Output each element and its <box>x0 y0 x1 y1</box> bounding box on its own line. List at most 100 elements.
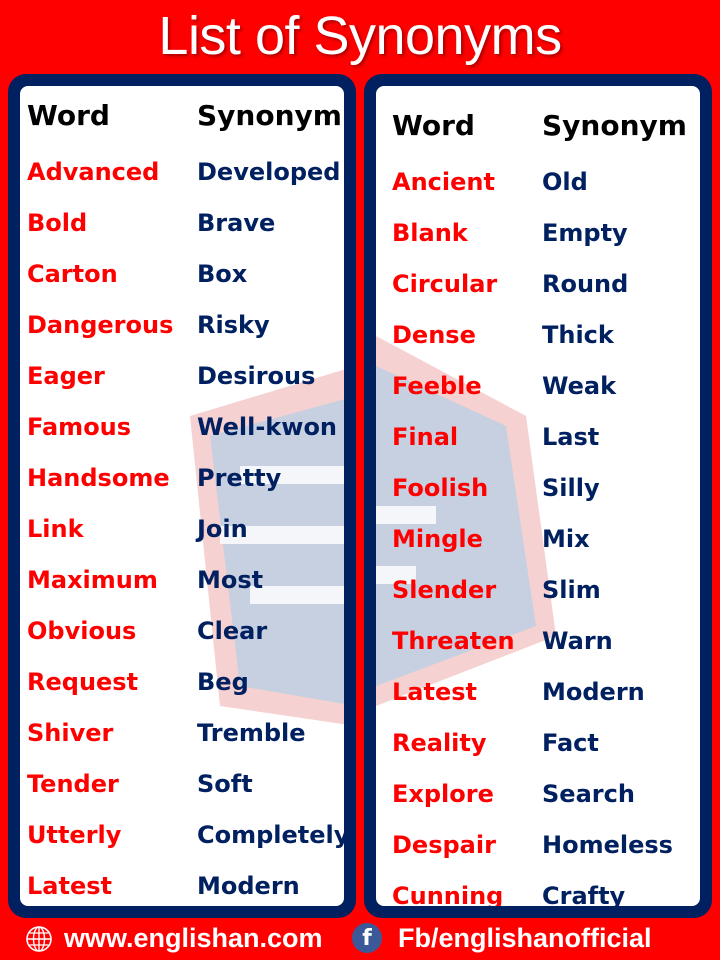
table-header: Word Synonym <box>376 106 700 146</box>
table-row: Request Beg <box>20 662 344 702</box>
synonym-cell: Join <box>197 515 248 543</box>
word-cell: Request <box>27 668 139 696</box>
table-row: Mingle Mix <box>376 519 700 559</box>
word-column-header: Word <box>392 109 475 142</box>
word-cell: Bold <box>27 209 88 237</box>
word-cell: Cunning <box>392 882 504 906</box>
synonym-cell: Last <box>542 423 600 451</box>
right-synonym-table: Word Synonym Ancient Old Blank Empty Circu… <box>376 86 700 906</box>
right-synonym-panel: Word Synonym Ancient Old Blank Empty Circu… <box>364 74 712 918</box>
table-row: Foolish Silly <box>376 468 700 508</box>
table-row: Blank Empty <box>376 213 700 253</box>
synonym-cell: Mix <box>542 525 590 553</box>
word-column-header: Word <box>27 99 110 132</box>
synonym-cell: Thick <box>542 321 614 349</box>
word-cell: Feeble <box>392 372 482 400</box>
website-link[interactable]: www.englishan.com <box>64 921 323 955</box>
synonym-cell: Well-kwon <box>197 413 338 441</box>
table-row: Explore Search <box>376 774 700 814</box>
word-cell: Dense <box>392 321 476 349</box>
left-synonym-table: Word Synonym Advanced Developed Bold Brave… <box>20 86 344 906</box>
synonym-cell: Risky <box>197 311 270 339</box>
word-cell: Circular <box>392 270 498 298</box>
table-header: Word Synonym <box>20 96 344 136</box>
table-row: Bold Brave <box>20 203 344 243</box>
word-cell: Tender <box>27 770 119 798</box>
table-row: Maximum Most <box>20 560 344 600</box>
synonym-cell: Box <box>197 260 248 288</box>
word-cell: Dangerous <box>27 311 174 339</box>
word-cell: Advanced <box>27 158 160 186</box>
word-cell: Threaten <box>392 627 515 655</box>
synonym-column-header: Synonym <box>542 109 687 142</box>
word-cell: Foolish <box>392 474 489 502</box>
synonym-cell: Empty <box>542 219 628 247</box>
table-row: Dense Thick <box>376 315 700 355</box>
word-cell: Handsome <box>27 464 170 492</box>
table-row: Circular Round <box>376 264 700 304</box>
facebook-page-link[interactable]: Fb/englishanofficial <box>398 921 652 955</box>
word-cell: Obvious <box>27 617 137 645</box>
table-row: Advanced Developed <box>20 152 344 192</box>
table-row: Latest Modern <box>376 672 700 712</box>
synonym-cell: Weak <box>542 372 617 400</box>
table-row: Link Join <box>20 509 344 549</box>
synonym-cell: Fact <box>542 729 599 757</box>
globe-icon <box>26 926 52 952</box>
word-cell: Blank <box>392 219 468 247</box>
table-row: Latest Modern <box>20 866 344 906</box>
synonym-cell: Warn <box>542 627 613 655</box>
table-row: Handsome Pretty <box>20 458 344 498</box>
table-row: Dangerous Risky <box>20 305 344 345</box>
synonym-cell: Clear <box>197 617 268 645</box>
synonym-cell: Desirous <box>197 362 316 390</box>
page-title: List of Synonyms <box>158 6 562 66</box>
word-cell: Explore <box>392 780 494 808</box>
synonym-cell: Search <box>542 780 635 808</box>
synonym-cell: Beg <box>197 668 249 696</box>
left-synonym-panel: Word Synonym Advanced Developed Bold Brave… <box>8 74 356 918</box>
word-cell: Shiver <box>27 719 114 747</box>
synonym-cell: Most <box>197 566 264 594</box>
word-cell: Latest <box>27 872 112 900</box>
word-cell: Maximum <box>27 566 158 594</box>
synonym-cell: Modern <box>542 678 645 706</box>
table-row: Eager Desirous <box>20 356 344 396</box>
synonym-cell: Crafty <box>542 882 626 906</box>
word-cell: Carton <box>27 260 118 288</box>
table-row: Obvious Clear <box>20 611 344 651</box>
table-row: Slender Slim <box>376 570 700 610</box>
word-cell: Slender <box>392 576 497 604</box>
synonym-cell: Soft <box>197 770 253 798</box>
synonym-cell: Brave <box>197 209 276 237</box>
synonym-cell: Round <box>542 270 629 298</box>
table-row: Final Last <box>376 417 700 457</box>
synonym-cell: Homeless <box>542 831 673 859</box>
synonym-cell: Pretty <box>197 464 282 492</box>
word-cell: Latest <box>392 678 477 706</box>
table-row: Carton Box <box>20 254 344 294</box>
table-row: Despair Homeless <box>376 825 700 865</box>
synonym-cell: Old <box>542 168 588 196</box>
synonym-column-header: Synonym <box>197 99 342 132</box>
synonym-cell: Developed <box>197 158 341 186</box>
synonym-cell: Silly <box>542 474 600 502</box>
table-row: Tender Soft <box>20 764 344 804</box>
word-cell: Utterly <box>27 821 122 849</box>
table-row: Threaten Warn <box>376 621 700 661</box>
synonym-cell: Modern <box>197 872 300 900</box>
facebook-icon: f <box>352 923 382 953</box>
word-cell: Link <box>27 515 84 543</box>
word-cell: Ancient <box>392 168 495 196</box>
word-cell: Mingle <box>392 525 483 553</box>
table-row: Shiver Tremble <box>20 713 344 753</box>
word-cell: Final <box>392 423 459 451</box>
word-cell: Eager <box>27 362 105 390</box>
synonym-cell: Tremble <box>197 719 306 747</box>
table-row: Utterly Completely <box>20 815 344 855</box>
word-cell: Despair <box>392 831 496 859</box>
table-row: Feeble Weak <box>376 366 700 406</box>
footer: www.englishan.com f Fb/englishanofficial <box>0 918 720 960</box>
synonym-cell: Slim <box>542 576 601 604</box>
table-row: Cunning Crafty <box>376 876 700 906</box>
